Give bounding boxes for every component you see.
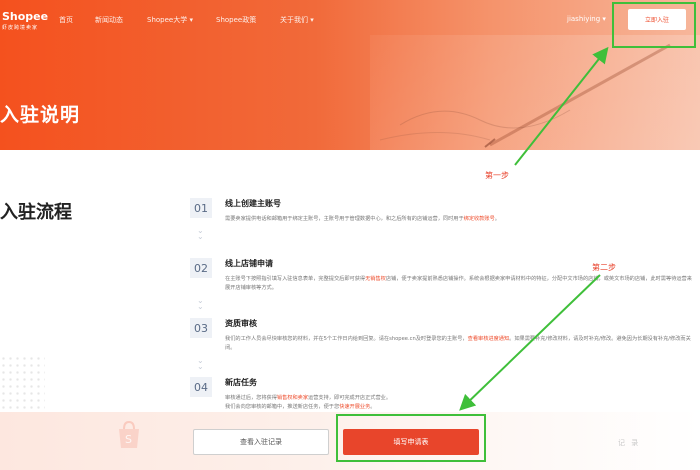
view-records-button[interactable]: 查看入驻记录 [193, 429, 329, 455]
annotation-step1-label: 第一步 [485, 171, 509, 180]
chevron-down-icon: ⌄ ⌄ [197, 296, 204, 311]
pen-sketch-icon [379, 43, 671, 148]
chevron-down-icon: ⌄ ⌄ [197, 226, 204, 241]
step-3: 03 资质审核 我们的工作人员会尽快审核您的材料，并在5个工作日内给到回复。请在… [190, 318, 700, 371]
page-title: 入驻说明 [0, 104, 81, 126]
step-number: 04 [190, 377, 212, 397]
step-1: 01 线上创建主账号 需要卖家提供电话和邮箱用于绑定主账号，主账号用于管理数据中… [190, 198, 700, 241]
step-description: 在主账号下按照指引填写入驻信息表单，完整提交后即可获得无销售权店铺，便于卖家提前… [225, 276, 692, 291]
nav-university[interactable]: Shopee大学 ▾ [147, 15, 193, 25]
svg-text:S: S [125, 433, 132, 446]
nav-news[interactable]: 新闻动态 [95, 15, 123, 25]
step-title: 资质审核 [225, 319, 257, 328]
step-title: 线上创建主账号 [225, 199, 281, 208]
logo-subtitle: 虾皮跨境卖家 [2, 25, 39, 31]
shopping-bag-icon: S [119, 420, 139, 448]
shopee-logo[interactable]: Shopee 虾皮跨境卖家 [2, 11, 48, 31]
step-4: 04 新店任务 审核通过后，您将获得销售权和卖家运营支持，即可完成开店正式营业。… [190, 377, 700, 413]
nav-home[interactable]: 首页 [59, 15, 73, 25]
user-menu[interactable]: jiashiying ▾ [567, 15, 606, 23]
step-description: 审核通过后，您将获得销售权和卖家运营支持，即可完成开店正式营业。 我们会向您审核的… [225, 395, 392, 410]
annotation-highlight-box [612, 2, 696, 48]
top-navigation: Shopee 虾皮跨境卖家 首页 新闻动态 Shopee大学 ▾ Shopee政… [0, 0, 700, 38]
banner-illustration [370, 35, 700, 150]
step-title: 新店任务 [225, 378, 257, 387]
dot-pattern [0, 355, 45, 415]
section-title: 入驻流程 [0, 202, 72, 223]
step-number: 03 [190, 318, 212, 338]
annotation-highlight-box [336, 414, 486, 462]
step-number: 02 [190, 258, 212, 278]
step-number: 01 [190, 198, 212, 218]
step-description: 需要卖家提供电话和邮箱用于绑定主账号，主账号用于管理数据中心，和之后所有的店铺运… [225, 216, 500, 222]
step-2: 02 线上店铺申请 在主账号下按照指引填写入驻信息表单，完整提交后即可获得无销售… [190, 258, 700, 311]
watermark: 记 录 [618, 439, 641, 447]
step-description: 我们的工作人员会尽快审核您的材料，并在5个工作日内给到回复。请在shopee.c… [225, 336, 691, 351]
logo-brand: Shopee [2, 10, 49, 23]
chevron-down-icon: ⌄ ⌄ [197, 356, 204, 371]
nav-about[interactable]: 关于我们 ▾ [280, 15, 314, 25]
nav-policy[interactable]: Shopee政策 [216, 15, 256, 25]
annotation-step2-label: 第二步 [592, 263, 616, 272]
step-title: 线上店铺申请 [225, 259, 273, 268]
